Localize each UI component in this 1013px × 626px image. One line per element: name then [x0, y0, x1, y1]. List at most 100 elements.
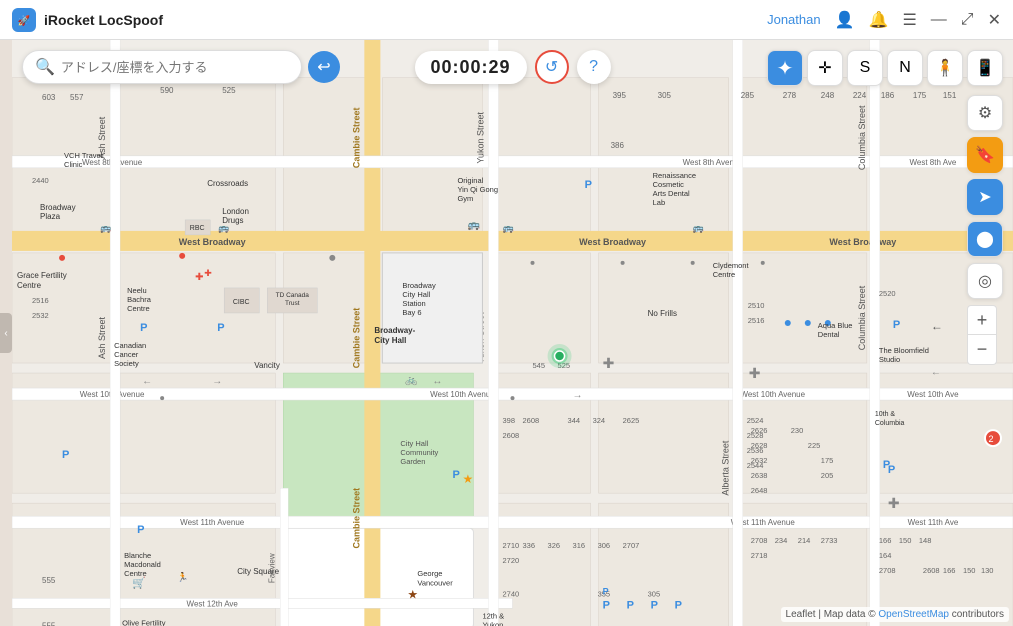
settings-icon: ⚙ [978, 103, 992, 123]
svg-text:←: ← [931, 319, 943, 333]
svg-text:Yukon: Yukon [482, 620, 503, 626]
svg-text:Renaissance: Renaissance [653, 171, 696, 180]
settings-button[interactable]: ⚙ [967, 95, 1003, 131]
maximize-icon[interactable]: ⤢ [961, 11, 974, 29]
sidebar: ‹ [0, 40, 12, 626]
zoom-in-button[interactable]: + [967, 305, 997, 335]
toggle-icon: ⬤ [976, 229, 994, 249]
svg-text:West 8th Ave: West 8th Ave [909, 158, 956, 167]
bookmark-button[interactable]: 🔖 [967, 137, 1003, 173]
user-icon[interactable]: 👤 [835, 10, 855, 30]
svg-text:175: 175 [913, 91, 927, 100]
locate-button[interactable]: ◎ [967, 263, 1003, 299]
search-button[interactable]: ↩ [308, 51, 340, 83]
compass-button[interactable]: ✦ [767, 50, 803, 86]
svg-text:150: 150 [899, 536, 912, 545]
svg-text:Columbia: Columbia [875, 420, 905, 427]
bell-icon[interactable]: 🔔 [869, 10, 889, 30]
svg-text:West 10th Ave: West 10th Ave [907, 390, 959, 399]
svg-text:✚: ✚ [888, 495, 900, 511]
svg-text:Centre: Centre [127, 304, 150, 313]
svg-text:2524: 2524 [747, 416, 764, 425]
svg-text:Society: Society [114, 359, 139, 368]
svg-text:Garden: Garden [400, 457, 425, 466]
svg-text:Broadway: Broadway [402, 281, 436, 290]
device-button[interactable]: 📱 [967, 50, 1003, 86]
svg-text:545: 545 [533, 361, 546, 370]
svg-text:City Hall: City Hall [402, 290, 430, 299]
route-button[interactable]: S [847, 50, 883, 86]
svg-text:Cosmetic: Cosmetic [653, 180, 685, 189]
svg-text:398: 398 [502, 416, 515, 425]
svg-text:2720: 2720 [502, 556, 519, 565]
main-content: ‹ [0, 40, 1013, 626]
svg-text:148: 148 [919, 536, 932, 545]
svg-text:CIBC: CIBC [233, 299, 250, 306]
svg-text:P: P [883, 459, 890, 471]
svg-text:🚲: 🚲 [405, 375, 417, 386]
map-container[interactable]: West Broadway West Broadway West Broadwa… [12, 40, 1013, 626]
timer-bar: 00:00:29 ↺ ? [414, 50, 610, 84]
move-button[interactable]: ✛ [807, 50, 843, 86]
svg-text:2707: 2707 [623, 541, 640, 550]
person-button[interactable]: 🧍 [927, 50, 963, 86]
svg-text:Ash Street: Ash Street [97, 317, 107, 360]
minimize-icon[interactable]: — [931, 11, 947, 29]
search-input[interactable] [61, 60, 289, 75]
svg-text:2516: 2516 [748, 316, 765, 325]
svg-text:TD Canada: TD Canada [276, 292, 310, 299]
svg-text:P: P [452, 469, 459, 481]
svg-text:Yin Qi Gong: Yin Qi Gong [457, 185, 498, 194]
search-input-wrap[interactable]: 🔍 [22, 50, 302, 84]
svg-text:2625: 2625 [623, 416, 640, 425]
svg-text:224: 224 [853, 91, 867, 100]
svg-text:2718: 2718 [751, 551, 768, 560]
direction-button[interactable]: ➤ [967, 179, 1003, 215]
svg-text:West 10th Avenue: West 10th Avenue [430, 390, 495, 399]
svg-text:285: 285 [741, 91, 755, 100]
menu-icon[interactable]: ☰ [902, 10, 916, 30]
svg-text:Canadian: Canadian [114, 341, 146, 350]
help-icon: ? [589, 58, 598, 76]
attribution-osm-link[interactable]: OpenStreetMap [878, 609, 949, 620]
svg-text:Bay 6: Bay 6 [402, 308, 421, 317]
svg-text:🛒: 🛒 [132, 576, 146, 589]
svg-text:2: 2 [988, 434, 993, 444]
svg-text:2440: 2440 [32, 176, 49, 185]
timer-refresh-button[interactable]: ↺ [535, 50, 569, 84]
svg-text:Alberta Street: Alberta Street [721, 440, 731, 496]
svg-text:Vancity: Vancity [254, 361, 280, 370]
svg-text:George: George [417, 569, 442, 578]
tools-right: ⚙ 🔖 ➤ ⬤ ◎ + − [967, 95, 1003, 365]
svg-text:West Broadway: West Broadway [579, 237, 646, 247]
svg-text:130: 130 [981, 566, 994, 575]
svg-text:←: ← [142, 376, 152, 387]
svg-text:London: London [222, 207, 249, 216]
svg-text:248: 248 [821, 91, 835, 100]
close-icon[interactable]: ✕ [988, 10, 1001, 30]
svg-text:2516: 2516 [32, 296, 49, 305]
refresh-icon: ↺ [545, 57, 558, 77]
svg-text:Olive Fertility: Olive Fertility [122, 618, 166, 626]
svg-text:344: 344 [568, 416, 581, 425]
svg-text:Dental: Dental [818, 330, 840, 339]
svg-text:P: P [893, 319, 900, 331]
svg-text:Community: Community [400, 448, 438, 457]
svg-text:2532: 2532 [32, 311, 49, 320]
svg-text:2710: 2710 [502, 541, 519, 550]
svg-text:P: P [140, 322, 147, 334]
svg-text:2708: 2708 [751, 536, 768, 545]
svg-text:2638: 2638 [751, 471, 768, 480]
titlebar: 🚀 iRocket LocSpoof Jonathan 👤 🔔 ☰ — ⤢ ✕ [0, 0, 1013, 40]
svg-text:Broadway: Broadway [40, 203, 76, 212]
nav-button[interactable]: N [887, 50, 923, 86]
timer-help-button[interactable]: ? [577, 50, 611, 84]
svg-text:10th &: 10th & [875, 411, 896, 418]
zoom-out-button[interactable]: − [967, 335, 997, 365]
chevron-left-icon: ‹ [4, 328, 7, 339]
sidebar-toggle-button[interactable]: ‹ [0, 313, 12, 353]
toggle-button[interactable]: ⬤ [967, 221, 1003, 257]
svg-text:316: 316 [573, 541, 586, 550]
svg-text:225: 225 [808, 441, 821, 450]
attribution-contributors: contributors [952, 609, 1004, 620]
